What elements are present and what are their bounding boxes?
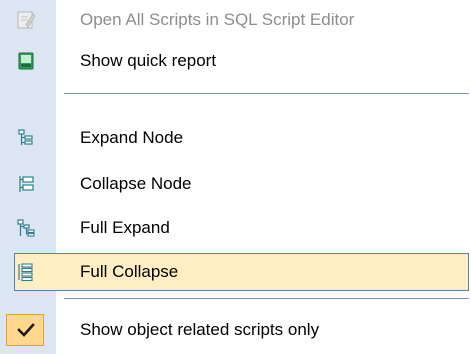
tree-full-collapse-icon — [16, 262, 36, 282]
menu-item-label: Full Expand — [80, 218, 170, 237]
menu-item-expand-node[interactable]: Expand Node — [0, 118, 471, 158]
menu-item-label: Expand Node — [80, 128, 184, 147]
tree-collapse-node-icon — [16, 174, 36, 194]
menu-item-open-all-scripts[interactable]: Open All Scripts in SQL Script Editor — [0, 0, 471, 40]
script-editor-icon — [16, 10, 36, 30]
menu-item-full-collapse[interactable]: Full Collapse — [0, 252, 471, 292]
checkmark-icon — [17, 323, 35, 337]
menu-item-show-object-related-scripts[interactable]: Show object related scripts only — [0, 310, 471, 350]
menu-item-label: Open All Scripts in SQL Script Editor — [80, 10, 355, 29]
menu-item-show-quick-report[interactable]: Show quick report — [0, 41, 471, 81]
report-icon — [16, 51, 36, 71]
menu-item-collapse-node[interactable]: Collapse Node — [0, 164, 471, 204]
menu-item-label: Show quick report — [80, 51, 217, 70]
menu-item-label: Full Collapse — [80, 262, 179, 281]
context-menu: Open All Scripts in SQL Script Editor Sh… — [0, 0, 471, 354]
menu-item-label: Show object related scripts only — [80, 320, 320, 339]
check-indicator — [6, 314, 44, 346]
menu-separator — [64, 93, 469, 94]
menu-separator — [64, 298, 469, 299]
menu-item-label: Collapse Node — [80, 174, 192, 193]
tree-full-expand-icon — [16, 218, 36, 238]
tree-expand-node-icon — [16, 128, 36, 148]
menu-item-full-expand[interactable]: Full Expand — [0, 208, 471, 248]
